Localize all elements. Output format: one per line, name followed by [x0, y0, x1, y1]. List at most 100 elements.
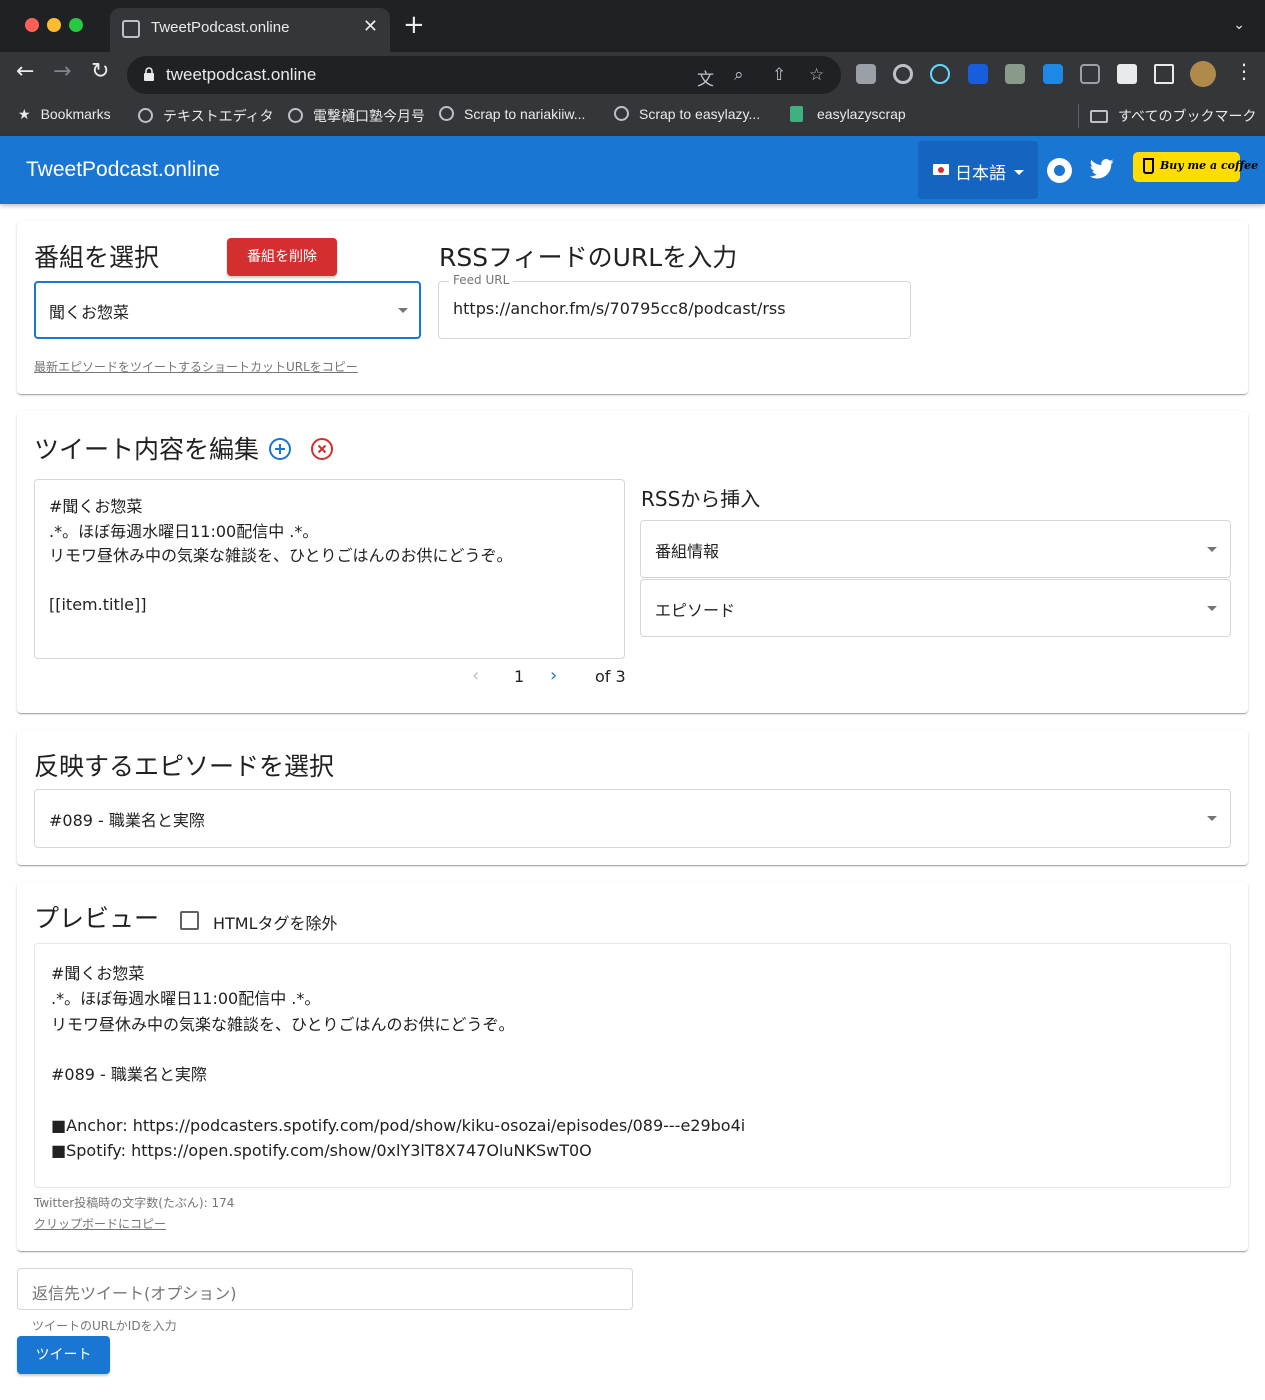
bookmark-scrap-nariakiiw[interactable]: Scrap to nariakiiw... [439, 106, 585, 122]
lock-icon [144, 67, 154, 81]
bookmark-bookmarks[interactable]: ★ Bookmarks [18, 106, 111, 123]
chevron-down-icon [398, 308, 408, 313]
zoom-icon[interactable]: ⌕ [734, 65, 744, 85]
preview-card: プレビュー HTMLタグを除外 #聞くお惣菜 .*。ほぼ毎週水曜日11:00配信… [17, 882, 1248, 1251]
browser-tab[interactable]: TweetPodcast.online ✕ [110, 8, 390, 52]
page-current: 1 [514, 667, 525, 686]
episode-select[interactable]: #089 - 職業名と実際 [34, 789, 1231, 848]
shortcut-url-link[interactable]: 最新エピソードをツイートするショートカットURLをコピー [34, 358, 358, 375]
forward-icon[interactable]: → [53, 61, 71, 83]
reply-tweet-input[interactable]: 返信先ツイート(オプション) [17, 1268, 633, 1310]
program-heading: 番組を選択 [34, 243, 160, 272]
bitwarden-extension-icon[interactable] [968, 64, 988, 84]
chevron-down-icon [1207, 606, 1217, 611]
strip-html-checkbox[interactable] [180, 911, 199, 930]
bookmark-easylazyscrap[interactable]: easylazyscrap [790, 106, 906, 122]
add-circle-icon[interactable] [268, 437, 292, 461]
twitter-icon[interactable] [1090, 158, 1114, 180]
bookmark-label: Scrap to nariakiiw... [464, 106, 586, 122]
new-tab-icon[interactable]: + [403, 12, 425, 38]
address-bar[interactable]: tweetpodcast.online 文 ⌕ ⇧ ☆ [127, 56, 841, 94]
chevron-down-icon [1014, 170, 1024, 175]
language-selector[interactable]: 日本語 [918, 141, 1038, 199]
reply-tweet-placeholder: 返信先ツイート(オプション) [32, 1284, 237, 1303]
browser-menu-icon[interactable]: ⋮ [1234, 61, 1254, 81]
char-count: Twitter投稿時の文字数(たぶん): 174 [34, 1196, 235, 1210]
maximize-window-button[interactable] [69, 18, 83, 32]
browser-tab-bar: TweetPodcast.online ✕ + ⌄ [0, 0, 1265, 52]
app-header: TweetPodcast.online 日本語 Buy me a coffee [0, 136, 1265, 204]
bookmark-label: 電撃樋口塾今月号 [313, 108, 425, 124]
url-text: tweetpodcast.online [166, 65, 317, 84]
language-label: 日本語 [955, 164, 1006, 184]
minimize-window-button[interactable] [47, 18, 61, 32]
bookmark-label: テキストエディタ [163, 108, 274, 124]
feed-url-label: Feed URL [449, 273, 514, 287]
page-total: of 3 [595, 667, 626, 686]
feed-url-value: https://anchor.fm/s/70795cc8/podcast/rss [453, 299, 786, 318]
copy-to-clipboard-link[interactable]: クリップボードにコピー [34, 1215, 166, 1232]
bookmark-label: easylazyscrap [817, 106, 906, 122]
editor-heading: ツイート内容を編集 [34, 435, 260, 464]
u-extension-icon[interactable] [1043, 64, 1063, 84]
episode-info-select[interactable]: エピソード [640, 579, 1231, 637]
camera-extension-icon[interactable] [856, 64, 876, 84]
program-select[interactable]: 聞くお惣菜 [34, 281, 421, 339]
side-panel-icon[interactable] [1154, 64, 1174, 84]
bookmark-star-icon[interactable]: ☆ [809, 65, 824, 85]
delete-program-button[interactable]: 番組を削除 [227, 238, 337, 276]
bookmark-label: Scrap to easylazy... [639, 106, 761, 122]
japan-flag-icon [933, 164, 949, 175]
chevron-right-icon[interactable]: › [550, 665, 557, 686]
scrapbox-icon [790, 106, 803, 122]
pagination: ‹ 1 › of 3 [472, 665, 632, 689]
globe-icon [138, 108, 153, 123]
extensions-puzzle-icon[interactable] [1117, 64, 1137, 84]
bookmarks-divider [1078, 104, 1079, 128]
share-icon[interactable]: ⇧ [772, 65, 786, 85]
bookmark-text-editor[interactable]: テキストエディタ [138, 106, 274, 126]
favicon-icon [122, 20, 140, 38]
tab-search-icon[interactable]: ⌄ [1233, 17, 1245, 33]
program-select-value: 聞くお惣菜 [49, 303, 130, 322]
editor-card: ツイート内容を編集 #聞くお惣菜 .*。ほぼ毎週水曜日11:00配信中 .*。 … [17, 411, 1248, 713]
strip-html-label[interactable]: HTMLタグを除外 [213, 910, 338, 934]
preview-text: #聞くお惣菜 .*。ほぼ毎週水曜日11:00配信中 .*。 リモワ昼休み中の気楽… [34, 943, 1231, 1188]
bookmark-label: Bookmarks [40, 106, 111, 122]
react-extension-icon[interactable] [930, 64, 950, 84]
all-bookmarks[interactable]: すべてのブックマーク [1090, 106, 1256, 126]
tweet-template-textarea[interactable]: #聞くお惣菜 .*。ほぼ毎週水曜日11:00配信中 .*。 リモワ昼休み中の気楽… [34, 479, 625, 659]
close-tab-icon[interactable]: ✕ [363, 16, 378, 37]
chevron-down-icon [1207, 816, 1217, 821]
star-icon: ★ [18, 106, 31, 122]
rss-heading: RSSフィードのURLを入力 [439, 243, 738, 272]
tweet-button[interactable]: ツイート [17, 1336, 110, 1374]
all-bookmarks-label: すべてのブックマーク [1118, 108, 1257, 124]
program-info-select[interactable]: 番組情報 [640, 520, 1231, 578]
browser-toolbar: ← → ↻ tweetpodcast.online 文 ⌕ ⇧ ☆ ⋮ [0, 52, 1265, 96]
back-icon[interactable]: ← [16, 61, 34, 83]
feed-url-input[interactable]: https://anchor.fm/s/70795cc8/podcast/rss [438, 281, 911, 339]
reader-extension-icon[interactable] [1005, 64, 1025, 84]
episode-heading: 反映するエピソードを選択 [34, 752, 335, 781]
globe-icon [439, 106, 454, 121]
program-info-label: 番組情報 [655, 542, 720, 561]
episode-info-label: エピソード [655, 601, 736, 620]
preview-heading: プレビュー [34, 904, 160, 933]
chevron-left-icon[interactable]: ‹ [472, 665, 479, 686]
remove-circle-icon[interactable] [310, 437, 334, 461]
app-title[interactable]: TweetPodcast.online [26, 158, 220, 182]
close-window-button[interactable] [25, 18, 39, 32]
buy-me-a-coffee-button[interactable]: Buy me a coffee [1133, 152, 1258, 182]
profile-avatar[interactable] [1190, 61, 1216, 87]
bookmark-dengeki[interactable]: 電撃樋口塾今月号 [288, 106, 425, 126]
translate-icon[interactable]: 文 [697, 65, 714, 90]
reload-icon[interactable]: ↻ [91, 61, 109, 83]
github-icon[interactable] [1047, 158, 1072, 183]
bookmarks-bar: ★ Bookmarks テキストエディタ 電撃樋口塾今月号 Scrap to na… [0, 96, 1265, 136]
bookmark-scrap-easylazy[interactable]: Scrap to easylazy... [614, 106, 760, 122]
target-extension-icon[interactable] [893, 64, 913, 84]
episode-card: 反映するエピソードを選択 #089 - 職業名と実際 [17, 730, 1248, 865]
coffee-cup-icon [1143, 158, 1154, 174]
c-extension-icon[interactable] [1080, 64, 1100, 84]
